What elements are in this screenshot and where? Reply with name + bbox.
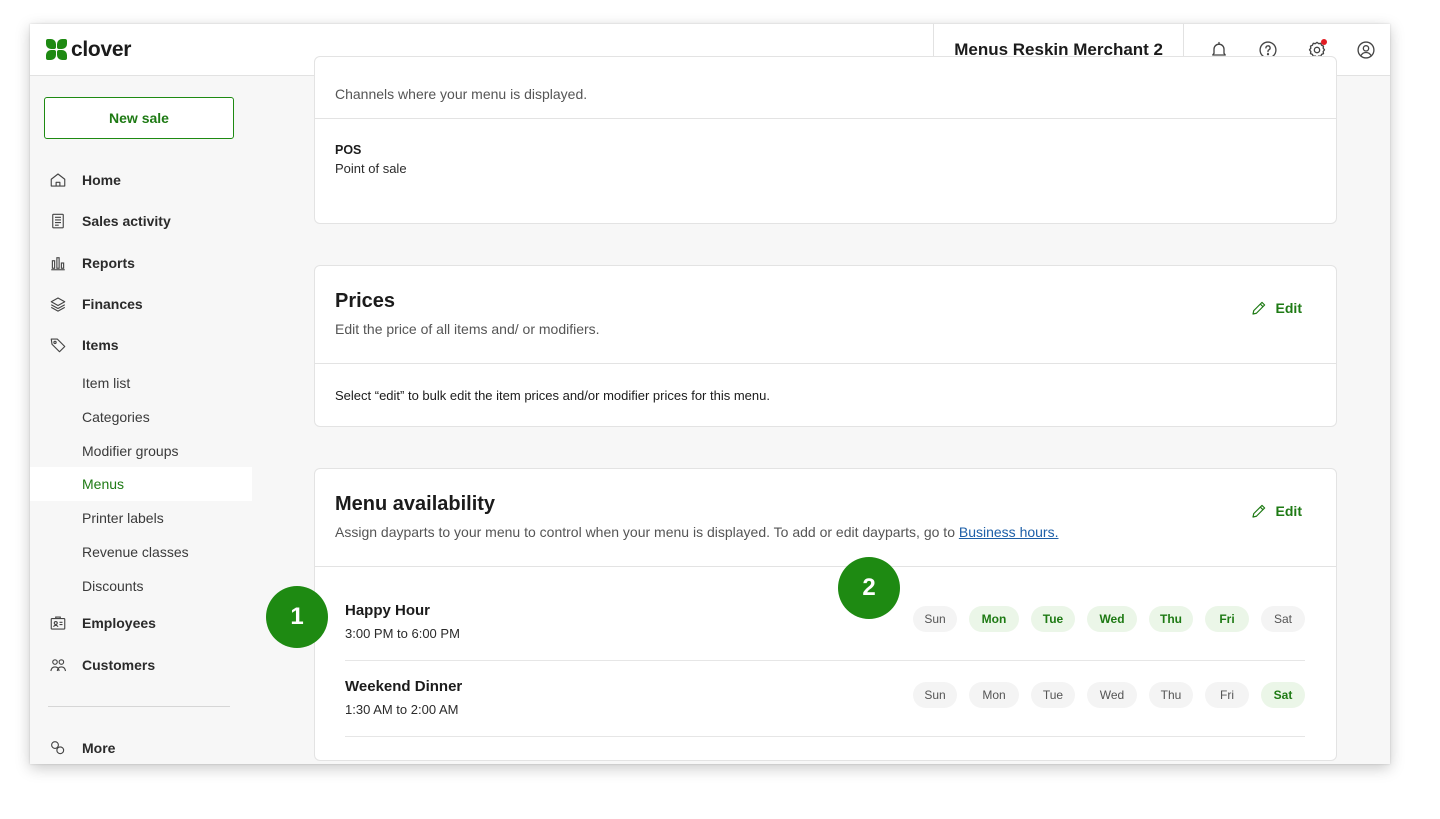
more-apps-icon (49, 739, 67, 757)
availability-header: Menu availability Assign dayparts to you… (335, 493, 1058, 540)
sidebar-item-label: Items (82, 337, 119, 353)
sidebar-item-label: Customers (82, 657, 156, 673)
daypart-time: 3:00 PM to 6:00 PM (345, 626, 460, 641)
business-hours-link[interactable]: Business hours. (959, 524, 1059, 540)
availability-title: Menu availability (335, 493, 496, 515)
pencil-icon (1251, 504, 1265, 518)
sidebar-item-label: More (82, 740, 116, 756)
channels-description: Channels where your menu is displayed. (335, 86, 588, 102)
logo-text: clover (71, 38, 132, 61)
sidebar-item-customers[interactable]: Customers (30, 648, 252, 682)
sidebar-item-home[interactable]: Home (30, 163, 252, 197)
tag-icon (49, 336, 67, 354)
prices-body: Select “edit” to bulk edit the item pric… (315, 363, 1336, 427)
day-chip-sun: Sun (913, 682, 957, 708)
clover-leaf-icon (46, 39, 68, 61)
channel-subtitle: Point of sale (335, 161, 407, 176)
day-chip-tue: Tue (1031, 682, 1075, 708)
pencil-icon (1251, 301, 1265, 315)
sidebar-subitem-label: Item list (82, 375, 131, 391)
sidebar-item-reports[interactable]: Reports (30, 246, 252, 280)
day-chip-sat: Sat (1261, 682, 1305, 708)
sidebar-subitem-modifier-groups[interactable]: Modifier groups (30, 434, 252, 468)
day-chip-sun: Sun (913, 606, 957, 632)
prices-title: Prices (335, 290, 396, 312)
sidebar-subitem-label: Categories (82, 409, 150, 425)
prices-body-text: Select “edit” to bulk edit the item pric… (335, 388, 770, 403)
sidebar-subitem-item-list[interactable]: Item list (30, 366, 252, 400)
daypart-row[interactable]: Weekend Dinner 1:30 AM to 2:00 AM Sun Mo… (345, 661, 1305, 737)
channel-row-pos: POS Point of sale (315, 118, 1336, 224)
annotation-marker-1: 1 (266, 586, 328, 648)
sidebar-subitem-discounts[interactable]: Discounts (30, 569, 252, 603)
account-icon[interactable] (1355, 39, 1377, 61)
sidebar-item-employees[interactable]: Employees (30, 606, 252, 640)
channel-title: POS (335, 143, 362, 157)
daypart-days: Sun Mon Tue Wed Thu Fri Sat (913, 606, 1305, 632)
annotation-marker-2: 2 (838, 557, 900, 619)
prices-edit-button[interactable]: Edit (1250, 299, 1302, 317)
sidebar-item-label: Reports (82, 255, 135, 271)
prices-header: Prices Edit the price of all items and/ … (335, 290, 600, 337)
day-chip-fri: Fri (1205, 606, 1249, 632)
sidebar-item-label: Finances (82, 296, 143, 312)
main-content: Channels where your menu is displayed. P… (252, 56, 1390, 764)
menu-availability-card: Menu availability Assign dayparts to you… (314, 468, 1337, 761)
layers-icon (49, 295, 67, 313)
id-badge-icon (49, 614, 67, 632)
day-chip-thu: Thu (1149, 606, 1193, 632)
daypart-name: Happy Hour (345, 602, 431, 619)
day-chip-mon: Mon (969, 606, 1019, 632)
notification-dot (1320, 39, 1327, 45)
sidebar: New sale Home Sales activity Reports Fin… (30, 76, 252, 764)
sidebar-subitem-menus[interactable]: Menus (30, 467, 252, 501)
clover-logo[interactable]: clover (46, 38, 131, 62)
sidebar-divider (48, 706, 230, 707)
availability-description-text: Assign dayparts to your menu to control … (335, 524, 955, 540)
prices-card: Prices Edit the price of all items and/ … (314, 265, 1337, 427)
sidebar-subitem-categories[interactable]: Categories (30, 400, 252, 434)
home-icon (49, 171, 67, 189)
receipt-icon (49, 212, 67, 230)
daypart-time: 1:30 AM to 2:00 AM (345, 702, 459, 717)
sidebar-item-label: Employees (82, 615, 156, 631)
sidebar-item-items[interactable]: Items (30, 328, 252, 362)
sidebar-subitem-label: Menus (82, 476, 125, 492)
sidebar-subitem-printer-labels[interactable]: Printer labels (30, 501, 252, 535)
day-chip-tue: Tue (1031, 606, 1075, 632)
sidebar-subitem-revenue-classes[interactable]: Revenue classes (30, 535, 252, 569)
sidebar-item-label: Sales activity (82, 213, 171, 229)
day-chip-wed: Wed (1087, 606, 1137, 632)
new-sale-button[interactable]: New sale (44, 97, 234, 139)
edit-label: Edit (1275, 300, 1302, 316)
availability-edit-button[interactable]: Edit (1250, 502, 1302, 520)
sidebar-subitem-label: Printer labels (82, 510, 164, 526)
sidebar-subitem-label: Revenue classes (82, 544, 189, 560)
edit-label: Edit (1275, 503, 1302, 519)
daypart-days: Sun Mon Tue Wed Thu Fri Sat (913, 682, 1305, 708)
day-chip-sat: Sat (1261, 606, 1305, 632)
daypart-name: Weekend Dinner (345, 678, 463, 695)
day-chip-thu: Thu (1149, 682, 1193, 708)
availability-description: Assign dayparts to your menu to control … (335, 524, 1058, 540)
availability-divider (315, 566, 1336, 567)
sidebar-item-finances[interactable]: Finances (30, 287, 252, 321)
sidebar-item-more[interactable]: More (30, 731, 252, 764)
app-window: clover Menus Reskin Merchant 2 New sale (30, 24, 1390, 764)
sidebar-subitem-label: Modifier groups (82, 443, 179, 459)
bar-chart-icon (49, 254, 67, 272)
day-chip-mon: Mon (969, 682, 1019, 708)
day-chip-fri: Fri (1205, 682, 1249, 708)
sidebar-subitem-label: Discounts (82, 578, 144, 594)
daypart-row[interactable]: Happy Hour 3:00 PM to 6:00 PM Sun Mon Tu… (345, 585, 1305, 661)
channels-card: Channels where your menu is displayed. P… (314, 56, 1337, 224)
prices-description: Edit the price of all items and/ or modi… (335, 321, 600, 337)
sidebar-item-sales-activity[interactable]: Sales activity (30, 204, 252, 238)
people-icon (49, 656, 67, 674)
day-chip-wed: Wed (1087, 682, 1137, 708)
sidebar-item-label: Home (82, 172, 121, 188)
